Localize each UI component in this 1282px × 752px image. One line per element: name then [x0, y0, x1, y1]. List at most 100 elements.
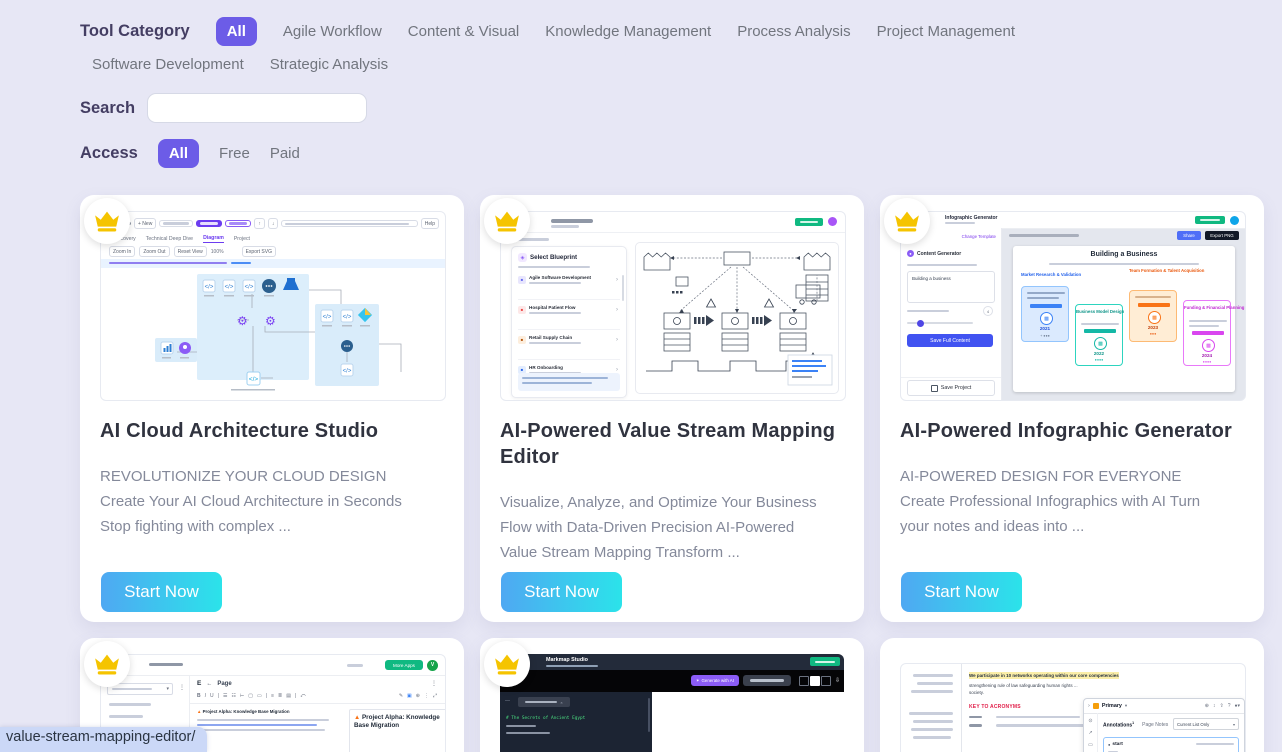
search-label: Search [80, 99, 135, 118]
mini-share-button: Share [1177, 231, 1201, 240]
mini-mindmap-canvas [652, 692, 844, 752]
mini-filter-dropdown: Current List Only▾ [1173, 718, 1239, 730]
category-filter-row: Tool Category All Agile Workflow Content… [80, 17, 1080, 73]
svg-text:</>: </> [323, 315, 332, 321]
mini-upload-icon: ↑ [254, 218, 265, 229]
sort-icon: ↕ [1213, 703, 1216, 709]
premium-crown-badge [484, 198, 530, 244]
mini-tool-strip: ⊙↗▭ [1084, 713, 1098, 752]
mini-annotation-panel: › Primary ▾ ⊕↕⇧?●▾ ⊙↗▭ Annotations1 Page… [1083, 698, 1245, 752]
category-software-development[interactable]: Software Development [92, 56, 244, 73]
access-label: Access [80, 144, 138, 163]
collapse-icon: › [1088, 703, 1090, 709]
mini-tab-bar: Discovery Technical Deep Dive Diagram Pr… [113, 235, 250, 243]
mini-highlighted-text: We participate in 10 networks operating … [969, 672, 1119, 679]
category-process-analysis[interactable]: Process Analysis [737, 23, 850, 40]
mini-save-project-button: Save Project [907, 380, 995, 396]
mini-avatar [1230, 216, 1239, 225]
mini-panel-icons: ⊕↕⇧?●▾ [1205, 703, 1240, 709]
mini-step-year: 2024 [1184, 353, 1230, 358]
mini-export-button: Export PNG [1205, 231, 1239, 240]
mini-step-year: 2021 [1022, 326, 1068, 331]
svg-text:</>: </> [225, 285, 234, 291]
generator-icon: ● [907, 250, 914, 257]
premium-crown-badge [484, 641, 530, 687]
help-icon: ? [1228, 703, 1231, 709]
mini-panel-title: Primary [1102, 703, 1122, 709]
mini-step-label: Business Model Design [1076, 309, 1122, 315]
access-paid-button[interactable]: Paid [270, 145, 300, 162]
mini-zoom-in: Zoom In [109, 246, 135, 257]
mini-poster-title: Building a Business [1013, 251, 1235, 258]
mini-editor-sidebar: Editor Change Template ● Content Generat… [901, 228, 1002, 400]
tool-screenshot-infographic-generator: Infographic Generator Editor Change Temp… [900, 211, 1246, 401]
mini-tab-active: Diagram [203, 235, 224, 243]
category-project-management[interactable]: Project Management [877, 23, 1015, 40]
mini-page-tab: Page [217, 681, 231, 687]
mini-step-label: Funding & Financial Planning [1184, 305, 1230, 311]
start-now-button[interactable]: Start Now [501, 572, 622, 612]
mini-annotations-tab: Annotations1 [1103, 721, 1134, 729]
mini-tab: Technical Deep Dive [146, 236, 193, 242]
premium-crown-badge [884, 198, 930, 244]
search-input[interactable] [147, 93, 367, 123]
card-description: Visualize, Analyze, and Optimize Your Bu… [500, 490, 818, 565]
tool-screenshot-document-annotator: We participate in 10 networks operating … [900, 663, 1246, 752]
mini-slider-handle [917, 320, 924, 327]
tool-card-grid: + New ↑ ↓ Help Discovery Technical Deep … [80, 195, 1282, 752]
gear-icon: ⚙ [237, 314, 248, 328]
export-icon: ⇧ [1219, 703, 1223, 709]
back-arrow-icon: ← [206, 681, 212, 687]
svg-text:</>: </> [343, 369, 352, 375]
crown-icon [92, 649, 122, 679]
mini-step-label: Market Research & Validation [1021, 272, 1069, 278]
mini-avatar: V [427, 660, 438, 671]
blueprint-icon: ◈ [518, 253, 527, 262]
sparkle-icon: ✶ [696, 678, 700, 684]
mini-markdown-panel: — × # The Secrets of Ancient Egypt [500, 692, 652, 752]
mini-blueprint-sidebar: ◈ Select Blueprint ■ Agile Software Deve… [511, 246, 627, 398]
mini-sidebar-title: Select Blueprint [530, 254, 577, 261]
tool-screenshot-cloud-architecture: + New ↑ ↓ Help Discovery Technical Deep … [100, 211, 446, 401]
crown-icon [492, 206, 522, 236]
mini-prompt-value: Building a business [912, 276, 951, 281]
mini-upgrade-button [810, 657, 840, 666]
mini-more-apps-button: More Apps [385, 660, 423, 670]
start-now-button[interactable]: Start Now [101, 572, 222, 612]
mini-tab: Project [234, 236, 250, 242]
tool-screenshot-markmap-studio: Markmap Studio ✶Generate with AI ⇩ — [500, 654, 844, 752]
mini-new-button: + New [134, 218, 156, 229]
mini-zoom-out: Zoom Out [139, 246, 169, 257]
mini-architecture-diagram: </> </> </> </> </> </> </> ⚙ ⚙ [101, 268, 445, 400]
premium-crown-badge [84, 198, 130, 244]
mini-zoom-controls: Zoom In Zoom Out Reset View 100% Export … [109, 246, 276, 257]
mini-step-year: 2022 [1076, 351, 1122, 356]
category-strategic-analysis[interactable]: Strategic Analysis [270, 56, 388, 73]
mini-app-title: Markmap Studio [546, 657, 588, 663]
mini-blueprint-item: HR Onboarding [529, 365, 581, 370]
start-now-button[interactable]: Start Now [901, 572, 1022, 612]
mini-doc-line: strengthening rule of law safeguarding h… [969, 683, 1078, 688]
mini-blueprint-item: Retail Supply Chain [529, 335, 581, 340]
tool-card-markmap-studio: Markmap Studio ✶Generate with AI ⇩ — [480, 638, 864, 752]
access-all-button[interactable]: All [158, 139, 199, 168]
category-all-button[interactable]: All [216, 17, 257, 46]
category-knowledge-management[interactable]: Knowledge Management [545, 23, 711, 40]
mini-doc-line: society. [969, 689, 1173, 697]
category-agile-workflow[interactable]: Agile Workflow [283, 23, 382, 40]
mini-info-strip [101, 259, 445, 268]
svg-text:</>: </> [245, 285, 254, 291]
access-free-button[interactable]: Free [219, 145, 250, 162]
mini-secondary-button [743, 675, 791, 686]
search-icon: ⊕ [1205, 703, 1209, 709]
tool-card-document-annotator: We participate in 10 networks operating … [880, 638, 1264, 752]
mini-change-template-link: Change Template [962, 234, 996, 239]
category-content-visual[interactable]: Content & Visual [408, 23, 519, 40]
link-status-tooltip: value-stream-mapping-editor/ [0, 727, 207, 752]
card-description: AI-POWERED DESIGN FOR EVERYONE Create Pr… [900, 464, 1218, 539]
book-icon [1093, 703, 1099, 709]
gear-icon: ⚙ [265, 314, 276, 328]
svg-text:</>: </> [205, 285, 214, 291]
mini-format-toolbar: BIU|☰☷⊢▢▭|≡≣▤|⤺ [197, 693, 306, 699]
tool-screenshot-vsm-editor: ◈ Select Blueprint ■ Agile Software Deve… [500, 211, 846, 401]
